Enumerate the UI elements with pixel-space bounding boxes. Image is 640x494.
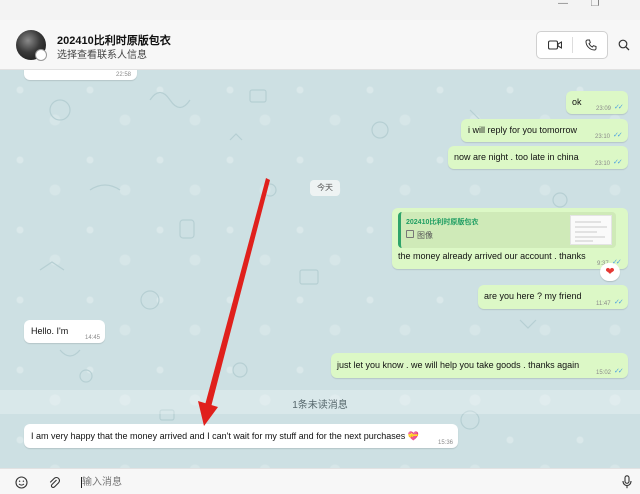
window-titlebar: — ❐ — [0, 0, 640, 20]
message-list[interactable]: 22:58 ok 23:09 ✓✓ i will reply for you t… — [0, 70, 640, 468]
annotation-arrow-icon — [198, 178, 270, 426]
paperclip-icon — [49, 476, 60, 488]
maximize-button[interactable]: ❐ — [580, 0, 610, 14]
emoji-icon — [14, 475, 28, 489]
minimize-button[interactable]: — — [548, 0, 578, 14]
phone-icon — [584, 39, 596, 51]
attach-button[interactable] — [47, 475, 61, 489]
call-button-group — [536, 31, 608, 59]
message-composer — [0, 468, 640, 494]
contact-info-hint[interactable]: 选择查看联系人信息 — [57, 46, 147, 61]
microphone-icon — [622, 475, 632, 489]
video-call-button[interactable] — [537, 32, 572, 58]
video-icon — [547, 40, 562, 50]
search-button[interactable] — [616, 37, 632, 53]
chat-header: 202410比利时原版包衣 选择查看联系人信息 — [0, 20, 640, 70]
status-badge-icon — [35, 49, 47, 61]
message-input[interactable] — [82, 474, 602, 490]
search-icon — [618, 39, 630, 51]
voice-call-button[interactable] — [573, 32, 608, 58]
voice-message-button[interactable] — [620, 474, 634, 490]
emoji-button[interactable] — [14, 475, 28, 489]
